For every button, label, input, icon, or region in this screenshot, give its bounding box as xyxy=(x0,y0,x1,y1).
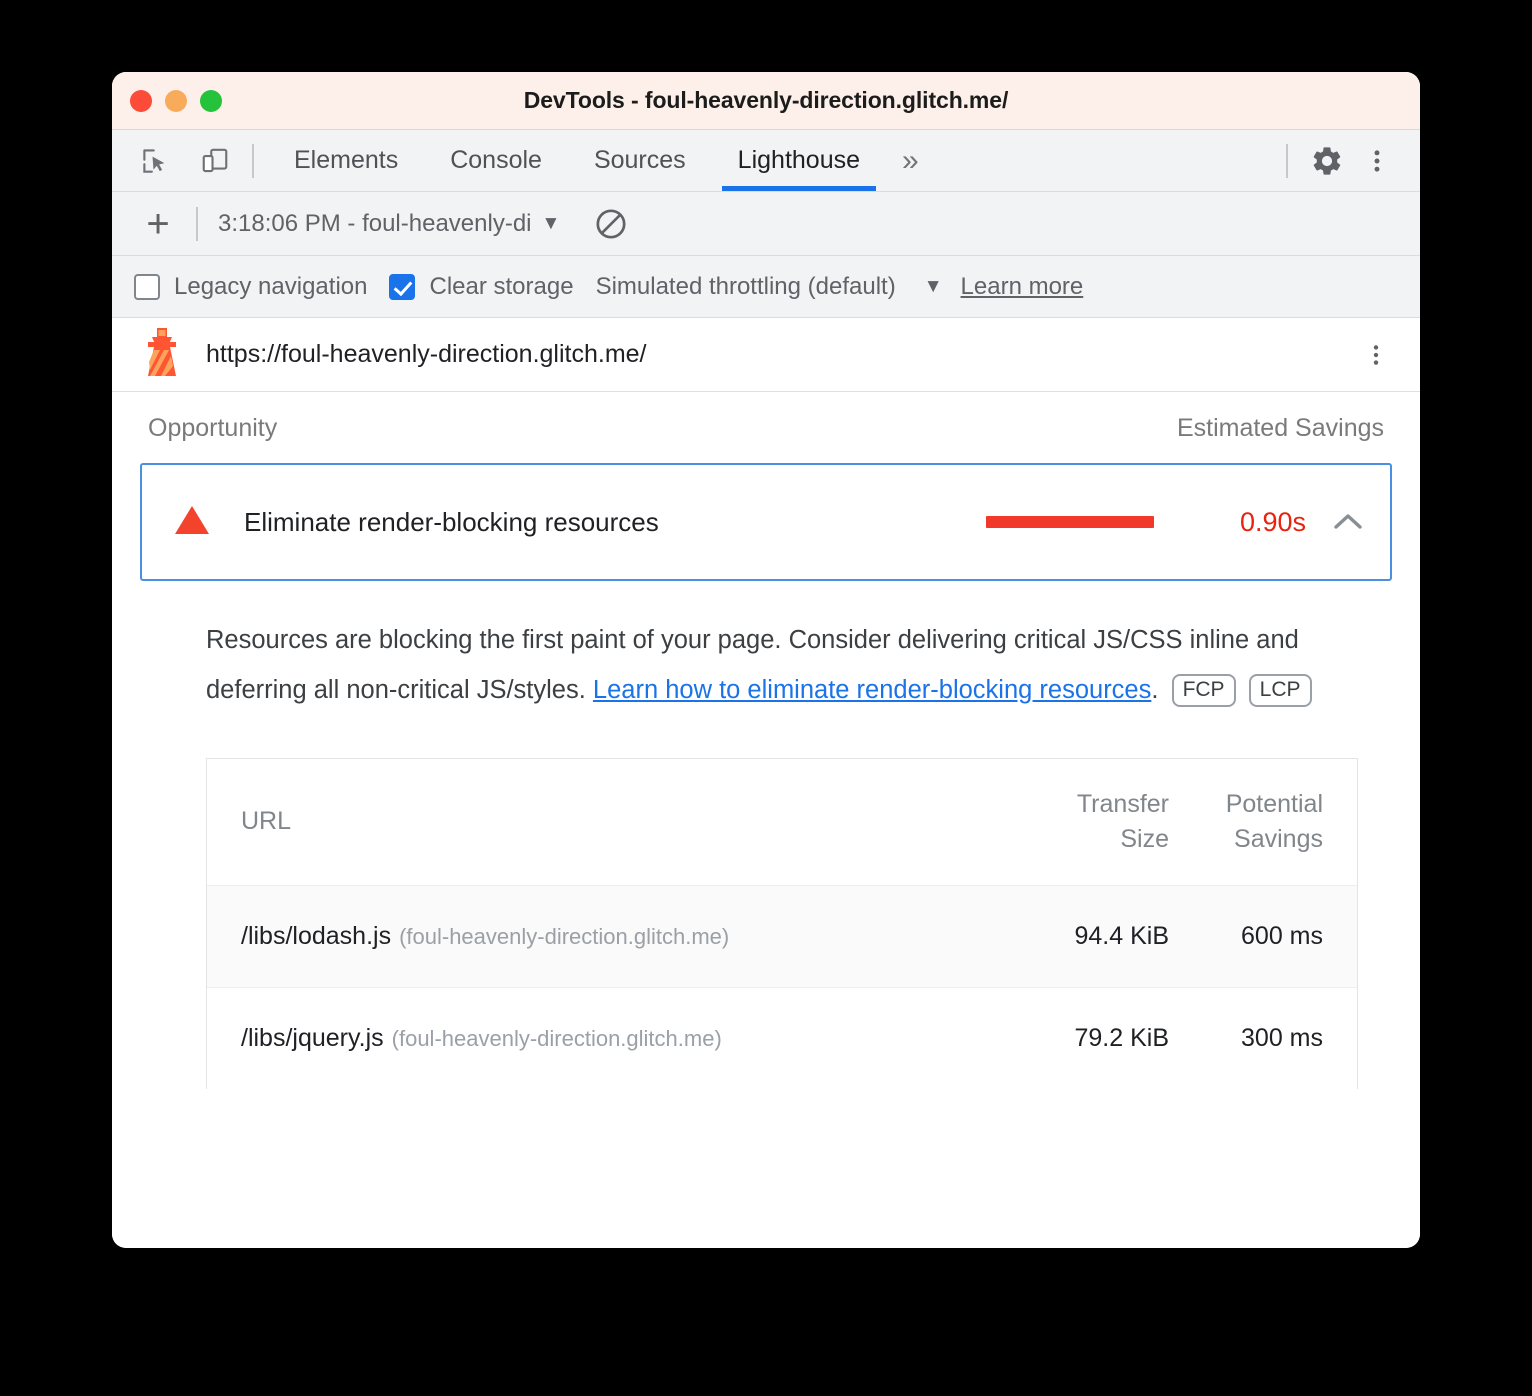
lighthouse-options-bar: Legacy navigation Clear storage Simulate… xyxy=(112,256,1420,318)
column-header-potential-savings: Potential Savings xyxy=(1189,759,1357,886)
window-controls xyxy=(130,89,222,112)
toolbar-divider xyxy=(1286,143,1288,178)
tab-console[interactable]: Console xyxy=(424,130,568,191)
tab-sources[interactable]: Sources xyxy=(568,130,712,191)
no-entry-icon[interactable] xyxy=(594,207,628,241)
warning-triangle-icon xyxy=(174,504,210,541)
report-kebab-menu-icon[interactable] xyxy=(1354,333,1398,377)
opportunity-header-label: Opportunity xyxy=(148,414,278,442)
window-title: DevTools - foul-heavenly-direction.glitc… xyxy=(523,87,1009,113)
metric-badge-fcp: FCP xyxy=(1171,674,1236,707)
opportunity-column-headers: Opportunity Estimated Savings xyxy=(140,392,1392,463)
tab-label: Elements xyxy=(294,146,399,174)
report-url: https://foul-heavenly-direction.glitch.m… xyxy=(206,340,647,368)
more-tabs-icon[interactable]: » xyxy=(886,130,935,191)
render-blocking-resources-table: URL Transfer Size Potential Savings /lib… xyxy=(206,757,1358,1089)
column-header-url: URL xyxy=(241,807,292,836)
column-header-transfer-size: Transfer Size xyxy=(1021,759,1189,886)
header-line-1: Potential xyxy=(1225,789,1323,818)
minimize-window-button[interactable] xyxy=(165,89,187,112)
screen-backdrop: DevTools - foul-heavenly-direction.glitc… xyxy=(0,0,1532,1396)
tab-label: Lighthouse xyxy=(737,146,860,174)
table-row: /libs/jquery.js (foul-heavenly-direction.… xyxy=(207,987,1357,1089)
table-header-row: URL Transfer Size Potential Savings xyxy=(207,759,1357,886)
resource-path: /libs/jquery.js xyxy=(241,1023,384,1052)
inspect-element-icon[interactable] xyxy=(132,138,178,184)
legacy-navigation-checkbox[interactable]: Legacy navigation xyxy=(134,273,367,301)
toolbar-divider xyxy=(196,206,198,241)
device-toolbar-icon[interactable] xyxy=(192,138,238,184)
kebab-menu-icon[interactable] xyxy=(1352,136,1402,186)
toolbar-divider xyxy=(252,143,254,178)
throttling-value: Simulated throttling (default) xyxy=(595,272,896,300)
clear-storage-checkbox[interactable]: Clear storage xyxy=(389,272,574,301)
panel-tabs: Elements Console Sources Lighthouse xyxy=(268,130,886,191)
chevron-down-icon: ▼ xyxy=(923,275,943,297)
chevron-down-icon: ▼ xyxy=(541,212,561,234)
new-report-button[interactable]: + xyxy=(134,200,182,248)
resource-path: /libs/lodash.js xyxy=(241,921,392,950)
chevron-up-icon[interactable] xyxy=(1332,511,1364,533)
opportunity-description: Resources are blocking the first paint o… xyxy=(206,615,1358,716)
row-url-cell: /libs/lodash.js (foul-heavenly-direction.… xyxy=(207,885,1021,987)
header-line-2: Size xyxy=(1120,824,1169,853)
report-select-value: 3:18:06 PM - foul-heavenly-di xyxy=(218,209,532,237)
opportunity-row-render-blocking[interactable]: Eliminate render-blocking resources 0.90… xyxy=(140,463,1392,581)
zoom-window-button[interactable] xyxy=(200,89,222,112)
learn-more-link[interactable]: Learn more xyxy=(961,273,1084,301)
table-row: /libs/lodash.js (foul-heavenly-direction.… xyxy=(207,885,1357,988)
tab-label: Sources xyxy=(593,146,686,174)
tab-bar-actions xyxy=(1272,136,1420,186)
tab-lighthouse[interactable]: Lighthouse xyxy=(712,130,886,191)
description-link[interactable]: Learn how to eliminate render-blocking r… xyxy=(593,676,1151,704)
opportunity-title: Eliminate render-blocking resources xyxy=(244,506,659,537)
row-url-cell: /libs/jquery.js (foul-heavenly-direction.… xyxy=(207,987,1021,1089)
checkbox-box-checked xyxy=(389,273,416,300)
row-potential-savings: 600 ms xyxy=(1241,921,1323,950)
devtools-window: DevTools - foul-heavenly-direction.glitc… xyxy=(112,72,1420,1248)
legacy-navigation-label: Legacy navigation xyxy=(174,272,368,300)
tab-label: Console xyxy=(450,146,542,174)
window-title-bar: DevTools - foul-heavenly-direction.glitc… xyxy=(112,72,1420,130)
header-line-2: Savings xyxy=(1234,824,1323,853)
resource-host: (foul-heavenly-direction.glitch.me) xyxy=(399,923,730,949)
savings-bar-track xyxy=(986,516,1154,528)
throttling-select[interactable]: Simulated throttling (default) ▼ xyxy=(596,273,943,301)
row-potential-savings: 300 ms xyxy=(1241,1023,1323,1052)
lighthouse-run-toolbar: + 3:18:06 PM - foul-heavenly-di ▼ xyxy=(112,192,1420,256)
resource-host: (foul-heavenly-direction.glitch.me) xyxy=(391,1025,722,1051)
gear-icon[interactable] xyxy=(1302,136,1352,186)
clear-storage-label: Clear storage xyxy=(429,272,574,300)
estimated-savings-header-label: Estimated Savings xyxy=(1176,414,1384,442)
row-transfer-size: 94.4 KiB xyxy=(1074,921,1169,950)
header-line-1: Transfer xyxy=(1076,789,1169,818)
report-select[interactable]: 3:18:06 PM - foul-heavenly-di ▼ xyxy=(218,210,560,238)
checkbox-box xyxy=(134,273,160,300)
metric-badge-lcp: LCP xyxy=(1248,674,1312,707)
devtools-tab-bar: Elements Console Sources Lighthouse » xyxy=(112,130,1420,192)
close-window-button[interactable] xyxy=(130,89,152,112)
opportunity-savings-value: 0.90s xyxy=(1239,506,1306,537)
description-text-end: . xyxy=(1151,676,1159,705)
lighthouse-icon xyxy=(140,326,184,383)
tab-elements[interactable]: Elements xyxy=(268,130,424,191)
report-url-bar: https://foul-heavenly-direction.glitch.m… xyxy=(112,318,1420,392)
row-transfer-size: 79.2 KiB xyxy=(1074,1023,1169,1052)
report-body: Opportunity Estimated Savings Eliminate … xyxy=(112,392,1420,1248)
savings-bar-fill xyxy=(986,516,1154,528)
